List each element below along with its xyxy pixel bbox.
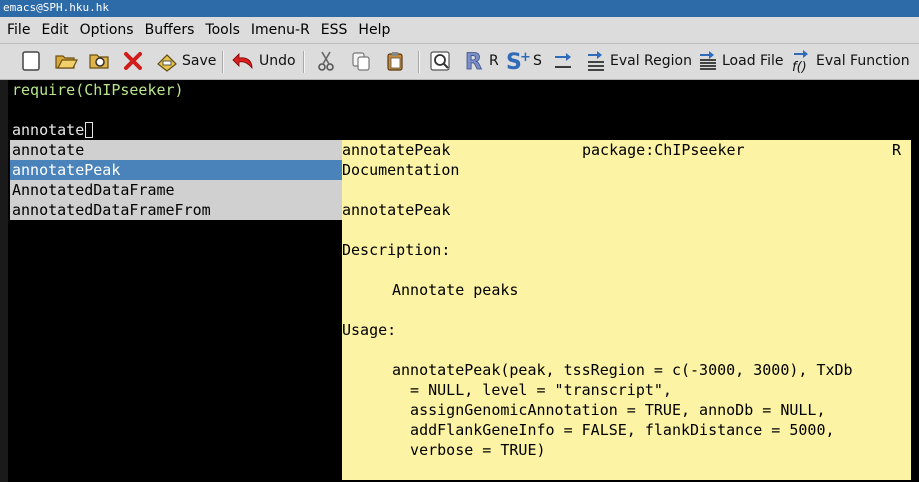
doc-usage-line: verbose = TRUE) xyxy=(392,441,546,459)
eval-function-icon: f() xyxy=(791,49,813,73)
menu-file[interactable]: File xyxy=(3,18,34,42)
folder-search-icon xyxy=(88,50,112,72)
load-file-icon xyxy=(697,50,719,72)
completion-item[interactable]: annotate xyxy=(10,140,342,160)
toolbar-separator xyxy=(418,51,420,73)
menu-imenu-r[interactable]: Imenu-R xyxy=(247,18,314,42)
undo-icon xyxy=(232,50,256,72)
copy-icon xyxy=(350,50,372,72)
completion-item-selected[interactable]: annotatePeak xyxy=(10,160,342,180)
left-fringe xyxy=(0,80,8,482)
copy-button[interactable] xyxy=(350,49,372,73)
doc-description: Annotate peaks xyxy=(392,281,519,299)
editor-buffer[interactable]: require(ChIPseeker) annotate annotate an… xyxy=(0,80,919,482)
doc-usage-line: assignGenomicAnnotation = TRUE, annoDb =… xyxy=(392,401,826,419)
svg-text:R: R xyxy=(465,50,482,73)
toolbar: Save Undo R R S + S Eval Region Load Fil… xyxy=(0,44,919,80)
r-logo-icon: R xyxy=(464,49,486,73)
doc-r-marker: R xyxy=(892,141,902,159)
eval-region-label: Eval Region xyxy=(610,53,692,69)
load-file-label: Load File xyxy=(722,53,784,69)
documentation-popup: annotatePeak package:ChIPseeker R Docume… xyxy=(342,140,911,480)
menu-help[interactable]: Help xyxy=(354,18,394,42)
doc-usage-line: addFlankGeneInfo = FALSE, flankDistance … xyxy=(392,421,835,439)
new-file-icon xyxy=(20,50,42,72)
toolbar-separator xyxy=(303,51,305,73)
search-icon xyxy=(429,50,453,72)
menu-edit[interactable]: Edit xyxy=(37,18,72,42)
load-file-button[interactable]: Load File xyxy=(697,49,783,73)
r-label: R xyxy=(489,53,499,69)
menu-bar: File Edit Options Buffers Tools Imenu-R … xyxy=(0,17,919,44)
doc-package: package:ChIPseeker xyxy=(582,141,745,159)
undo-button[interactable]: Undo xyxy=(232,49,296,73)
eval-line-icon xyxy=(552,50,574,72)
paste-button[interactable] xyxy=(384,49,406,73)
close-buffer-button[interactable] xyxy=(122,49,144,73)
eval-function-button[interactable]: f() Eval Function xyxy=(791,49,910,73)
doc-usage-line: annotatePeak(peak, tssRegion = c(-3000, … xyxy=(392,361,853,379)
completion-item[interactable]: AnnotatedDataFrame xyxy=(10,180,342,200)
save-icon xyxy=(155,50,179,72)
paste-icon xyxy=(384,50,406,72)
code-line-require: require(ChIPseeker) xyxy=(12,81,184,99)
doc-usage-line: = NULL, level = "transcript", xyxy=(392,381,672,399)
search-button[interactable] xyxy=(429,49,453,73)
start-s-button[interactable]: S + S xyxy=(506,49,542,73)
save-label: Save xyxy=(182,53,217,69)
code-line-current: annotate xyxy=(12,120,94,140)
menu-ess[interactable]: ESS xyxy=(317,18,352,42)
completion-popup: annotate annotatePeak AnnotatedDataFrame… xyxy=(10,140,342,220)
scissors-icon xyxy=(315,50,337,72)
toolbar-separator xyxy=(222,51,224,73)
eval-function-label: Eval Function xyxy=(816,53,910,69)
menu-buffers[interactable]: Buffers xyxy=(141,18,199,42)
dired-button[interactable] xyxy=(88,49,112,73)
eval-region-button[interactable]: Eval Region xyxy=(585,49,692,73)
new-file-button[interactable] xyxy=(20,49,42,73)
svg-text:f(): f() xyxy=(792,60,807,73)
s-plus-icon: S + xyxy=(506,49,530,73)
doc-name: annotatePeak xyxy=(342,201,451,219)
window-title: emacs@SPH.hku.hk xyxy=(0,0,919,17)
close-icon xyxy=(122,50,144,72)
doc-description-heading: Description: xyxy=(342,241,451,259)
menu-tools[interactable]: Tools xyxy=(201,18,244,42)
folder-open-icon xyxy=(54,50,78,72)
eval-line-button[interactable] xyxy=(552,49,574,73)
svg-text:+: + xyxy=(520,50,530,65)
undo-label: Undo xyxy=(259,53,296,69)
save-button[interactable]: Save xyxy=(155,49,216,73)
typed-text: annotate xyxy=(12,121,85,139)
open-file-button[interactable] xyxy=(54,49,78,73)
text-cursor xyxy=(85,122,94,138)
eval-region-icon xyxy=(585,50,607,72)
doc-topic: annotatePeak xyxy=(342,141,451,159)
s-label: S xyxy=(533,53,542,69)
start-r-button[interactable]: R R xyxy=(464,49,499,73)
cut-button[interactable] xyxy=(315,49,337,73)
menu-options[interactable]: Options xyxy=(76,18,138,42)
doc-usage-heading: Usage: xyxy=(342,321,397,339)
completion-item[interactable]: annotatedDataFrameFrom xyxy=(10,200,342,220)
doc-documentation: Documentation xyxy=(342,161,460,179)
